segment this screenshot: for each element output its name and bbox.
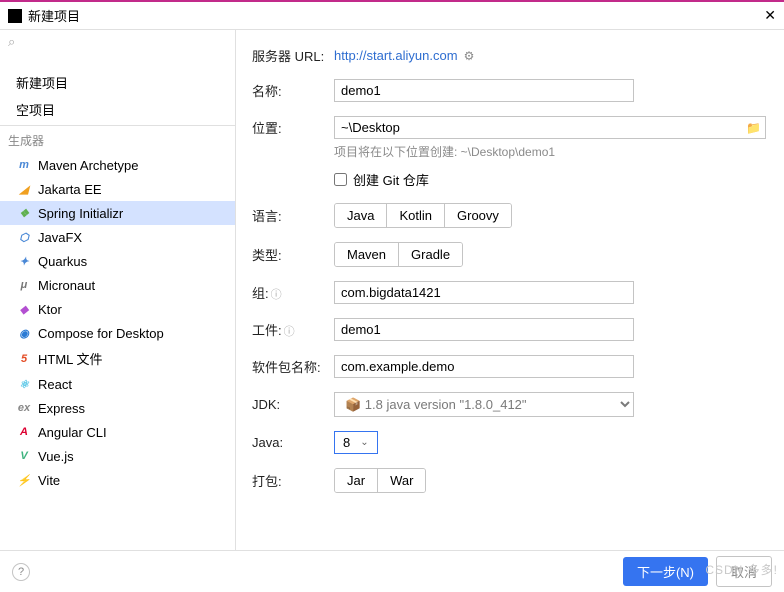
search-box[interactable]: ⌕ — [0, 30, 235, 69]
generator-icon: ⚛ — [16, 376, 32, 392]
separator — [0, 125, 235, 126]
java-label: Java: — [252, 435, 334, 450]
group-input[interactable] — [334, 281, 634, 304]
artifact-label: 工件:ⓘ — [252, 320, 334, 339]
java-select[interactable]: 8⌄ — [334, 431, 378, 454]
server-url-label: 服务器 URL: — [252, 46, 334, 65]
segment-option[interactable]: Kotlin — [386, 204, 444, 227]
sidebar-item-label: Express — [38, 401, 85, 416]
name-label: 名称: — [252, 81, 334, 100]
git-checkbox[interactable] — [334, 173, 347, 186]
close-icon[interactable]: ✕ — [760, 7, 776, 24]
segment-option[interactable]: War — [377, 469, 425, 492]
group-label: 组:ⓘ — [252, 283, 334, 302]
sidebar-item-label: HTML 文件 — [38, 349, 103, 368]
sidebar-item-quarkus[interactable]: ✦ Quarkus — [0, 249, 235, 273]
generator-icon: ⬡ — [16, 229, 32, 245]
jdk-label: JDK: — [252, 397, 334, 412]
sidebar-item-label: Spring Initializr — [38, 206, 123, 221]
generators-header: 生成器 — [0, 128, 235, 153]
sidebar-item-label: Maven Archetype — [38, 158, 138, 173]
sidebar-item-ktor[interactable]: ◆ Ktor — [0, 297, 235, 321]
package-label: 软件包名称: — [252, 357, 334, 376]
generator-icon: ◉ — [16, 325, 32, 341]
sidebar-item-express[interactable]: ex Express — [0, 396, 235, 420]
package-input[interactable] — [334, 355, 634, 378]
form-panel: 服务器 URL: http://start.aliyun.com ⚙ 名称: 位… — [236, 30, 784, 550]
type-segment[interactable]: MavenGradle — [334, 242, 463, 267]
server-url-link[interactable]: http://start.aliyun.com — [334, 48, 458, 63]
folder-icon[interactable]: 📁 — [746, 121, 761, 135]
git-label: 创建 Git 仓库 — [353, 170, 429, 189]
sidebar-item-label: Ktor — [38, 302, 62, 317]
sidebar-item-label: JavaFX — [38, 230, 82, 245]
generator-icon: m — [16, 157, 32, 173]
gear-icon[interactable]: ⚙ — [464, 49, 475, 63]
sidebar-item-label: Vue.js — [38, 449, 74, 464]
sidebar-item-label: Vite — [38, 473, 60, 488]
generator-icon: ◢ — [16, 181, 32, 197]
sidebar-item-angular-cli[interactable]: A Angular CLI — [0, 420, 235, 444]
language-segment[interactable]: JavaKotlinGroovy — [334, 203, 512, 228]
generator-icon: ex — [16, 400, 32, 416]
generator-icon: ❖ — [16, 205, 32, 221]
sidebar-item-vite[interactable]: ⚡ Vite — [0, 468, 235, 492]
sidebar-item-compose-for-desktop[interactable]: ◉ Compose for Desktop — [0, 321, 235, 345]
search-icon: ⌕ — [8, 34, 15, 49]
generator-icon: ✦ — [16, 253, 32, 269]
sidebar-item-vue.js[interactable]: V Vue.js — [0, 444, 235, 468]
packaging-segment[interactable]: JarWar — [334, 468, 426, 493]
sidebar-item-label: Angular CLI — [38, 425, 107, 440]
artifact-input[interactable] — [334, 318, 634, 341]
sidebar-item-maven-archetype[interactable]: m Maven Archetype — [0, 153, 235, 177]
sidebar-item-html-文件[interactable]: 5 HTML 文件 — [0, 345, 235, 372]
chevron-down-icon: ⌄ — [360, 437, 368, 448]
generator-icon: 5 — [16, 351, 32, 367]
packaging-label: 打包: — [252, 471, 334, 490]
window-title: 新建项目 — [28, 6, 760, 25]
name-input[interactable] — [334, 79, 634, 102]
sidebar-item-jakarta-ee[interactable]: ◢ Jakarta EE — [0, 177, 235, 201]
search-input[interactable] — [8, 50, 227, 65]
location-input[interactable] — [341, 117, 746, 138]
sidebar-item-javafx[interactable]: ⬡ JavaFX — [0, 225, 235, 249]
segment-option[interactable]: Gradle — [398, 243, 462, 266]
generator-icon: ⚡ — [16, 472, 32, 488]
next-button[interactable]: 下一步(N) — [623, 557, 708, 586]
sidebar-item-label: Micronaut — [38, 278, 95, 293]
app-icon — [8, 9, 22, 23]
sidebar-item-micronaut[interactable]: μ Micronaut — [0, 273, 235, 297]
sidebar-item-label: Compose for Desktop — [38, 326, 164, 341]
sidebar-item-spring-initializr[interactable]: ❖ Spring Initializr — [0, 201, 235, 225]
help-icon[interactable]: ? — [12, 563, 30, 581]
sidebar: ⌕ 新建项目空项目 生成器 m Maven Archetype ◢ Jakarta E… — [0, 30, 236, 550]
segment-option[interactable]: Groovy — [444, 204, 511, 227]
sidebar-item-label: Quarkus — [38, 254, 87, 269]
sidebar-item-react[interactable]: ⚛ React — [0, 372, 235, 396]
location-label: 位置: — [252, 118, 334, 137]
sidebar-item[interactable]: 空项目 — [0, 96, 235, 123]
segment-option[interactable]: Jar — [335, 469, 377, 492]
segment-option[interactable]: Java — [335, 204, 386, 227]
generator-icon: A — [16, 424, 32, 440]
language-label: 语言: — [252, 206, 334, 225]
sidebar-item[interactable]: 新建项目 — [0, 69, 235, 96]
location-hint: 项目将在以下位置创建: ~\Desktop\demo1 — [334, 143, 768, 160]
generator-icon: V — [16, 448, 32, 464]
type-label: 类型: — [252, 245, 334, 264]
jdk-select[interactable]: 📦 1.8 java version "1.8.0_412" — [334, 392, 634, 417]
sidebar-item-label: React — [38, 377, 72, 392]
cancel-button[interactable]: 取消 — [716, 556, 772, 587]
sidebar-item-label: Jakarta EE — [38, 182, 102, 197]
segment-option[interactable]: Maven — [335, 243, 398, 266]
generator-icon: μ — [16, 277, 32, 293]
generator-icon: ◆ — [16, 301, 32, 317]
